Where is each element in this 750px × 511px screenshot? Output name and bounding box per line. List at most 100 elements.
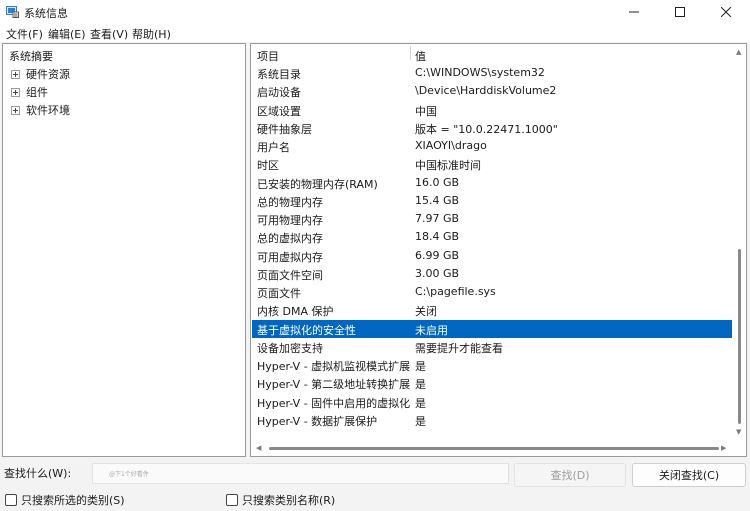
scroll-up-arrow-icon[interactable]: ▲	[736, 48, 741, 56]
table-row[interactable]: Hyper-V - 数据扩展保护 是	[252, 411, 732, 429]
row-item-value: 7.97 GB	[415, 212, 459, 225]
row-item-name: 系统目录	[257, 66, 301, 82]
scroll-left-arrow-icon[interactable]: ◀	[256, 444, 261, 452]
row-item-value: 需要提升才能查看	[415, 340, 503, 356]
row-item-value: 是	[415, 413, 426, 429]
tree-item-hardware-resources[interactable]: 硬件资源	[11, 66, 70, 82]
row-item-name: 页面文件空间	[257, 267, 323, 283]
vertical-scrollbar[interactable]: ▲ ▼	[732, 44, 746, 440]
row-item-value: 18.4 GB	[415, 230, 459, 243]
table-row[interactable]: 总的物理内存15.4 GB	[252, 192, 732, 210]
row-item-name: 设备加密支持	[257, 340, 323, 356]
find-what-label: 查找什么(W):	[4, 465, 71, 481]
expand-plus-icon[interactable]	[11, 88, 20, 97]
menu-file[interactable]: 文件(F)	[6, 26, 43, 42]
row-item-value: \Device\HarddiskVolume2	[415, 84, 556, 97]
horizontal-scrollbar[interactable]: ◀ ▶	[251, 440, 732, 456]
tree-item-software-environment[interactable]: 软件环境	[11, 102, 70, 118]
scroll-down-arrow-icon[interactable]: ▼	[736, 428, 741, 436]
row-item-value: 版本 = "10.0.22471.1000"	[415, 121, 558, 137]
title-bar: 系统信息	[0, 0, 750, 24]
table-row[interactable]: 启动设备 \Device\HarddiskVolume2	[252, 82, 732, 100]
row-item-value: C:\WINDOWS\system32	[415, 66, 545, 79]
tree-item-system-summary[interactable]: 系统摘要	[9, 48, 53, 64]
row-item-value: 6.99 GB	[415, 249, 459, 262]
row-item-name: 总的虚拟内存	[257, 230, 323, 246]
horizontal-scroll-thumb[interactable]	[269, 447, 719, 450]
close-find-button[interactable]: 关闭查找(C)	[632, 463, 746, 487]
row-item-name: Hyper-V - 数据扩展保护	[257, 413, 377, 429]
table-row[interactable]: 可用物理内存 7.97 GB	[252, 210, 732, 228]
scroll-right-arrow-icon[interactable]: ▶	[721, 444, 726, 452]
table-row[interactable]: 时区中国标准时间	[252, 155, 732, 173]
table-row[interactable]: 页面文件C:\pagefile.sys	[252, 283, 732, 301]
table-row[interactable]: 设备加密支持 需要提升才能查看	[252, 338, 732, 356]
table-row[interactable]: Hyper-V - 虚拟机监视模式扩展是	[252, 356, 732, 374]
table-row[interactable]: 系统目录 C:\WINDOWS\system32	[252, 64, 732, 82]
tree-item-label: 组件	[26, 84, 48, 100]
menu-edit[interactable]: 编辑(E)	[48, 26, 86, 42]
row-item-value: 是	[415, 376, 426, 392]
row-item-value: 16.0 GB	[415, 176, 459, 189]
table-row[interactable]: 页面文件空间3.00 GB	[252, 265, 732, 283]
table-row[interactable]: 区域设置 中国	[252, 101, 732, 119]
row-item-name: 页面文件	[257, 285, 301, 301]
row-item-value: 未启用	[415, 322, 448, 338]
row-item-name: Hyper-V - 虚拟机监视模式扩展	[257, 358, 410, 374]
menu-help[interactable]: 帮助(H)	[132, 26, 171, 42]
tree-item-label: 软件环境	[26, 102, 70, 118]
table-row[interactable]: 用户名XIAOYI\drago	[252, 137, 732, 155]
table-row[interactable]: Hyper-V - 固件中启用的虚拟化是	[252, 393, 732, 411]
row-item-value: 是	[415, 395, 426, 411]
row-item-value: 中国	[415, 103, 437, 119]
column-divider[interactable]	[410, 46, 411, 60]
maximize-icon	[675, 7, 685, 17]
maximize-button[interactable]	[657, 0, 703, 24]
table-row[interactable]: 内核 DMA 保护 关闭	[252, 301, 732, 319]
table-row[interactable]: 总的虚拟内存 18.4 GB	[252, 228, 732, 246]
find-input[interactable]: @下1个好看件	[92, 463, 509, 484]
vertical-scroll-thumb[interactable]	[738, 249, 741, 424]
row-item-name: 内核 DMA 保护	[257, 303, 333, 319]
row-item-value: 中国标准时间	[415, 157, 481, 173]
category-tree[interactable]: 系统摘要 硬件资源 组件 软件环境	[2, 43, 246, 457]
row-item-name: 已安装的物理内存(RAM)	[257, 176, 378, 192]
row-item-name: 可用虚拟内存	[257, 249, 323, 265]
tree-item-components[interactable]: 组件	[11, 84, 48, 100]
system-info-app-icon	[6, 5, 19, 18]
row-item-name: 启动设备	[257, 84, 301, 100]
close-window-button[interactable]	[703, 0, 749, 24]
row-item-name: 用户名	[257, 139, 290, 155]
column-header-value[interactable]: 值	[415, 48, 426, 64]
row-item-name: 基于虚拟化的安全性	[257, 322, 356, 338]
table-row[interactable]: Hyper-V - 第二级地址转换扩展是	[252, 374, 732, 392]
minimize-icon	[629, 7, 639, 17]
menu-view[interactable]: 查看(V)	[90, 26, 128, 42]
checkbox-label: 只搜索类别名称(R)	[242, 492, 335, 508]
table-row[interactable]: 已安装的物理内存(RAM) 16.0 GB	[252, 174, 732, 192]
column-header-item[interactable]: 项目	[257, 48, 279, 64]
search-category-names-checkbox[interactable]: 只搜索类别名称(R)	[226, 492, 335, 508]
row-item-value: 是	[415, 358, 426, 374]
row-item-name: Hyper-V - 第二级地址转换扩展	[257, 376, 410, 392]
window-title: 系统信息	[24, 5, 68, 21]
checkbox-box[interactable]	[5, 494, 17, 506]
table-header: 项目 值	[252, 46, 732, 64]
row-item-name: 可用物理内存	[257, 212, 323, 228]
row-item-name: 区域设置	[257, 103, 301, 119]
details-list[interactable]: 项目 值 系统目录 C:\WINDOWS\system32 启动设备 \Device\…	[250, 43, 747, 457]
search-selected-category-checkbox[interactable]: 只搜索所选的类别(S)	[5, 492, 125, 508]
minimize-button[interactable]	[611, 0, 657, 24]
checkbox-box[interactable]	[226, 494, 238, 506]
table-row[interactable]: 基于虚拟化的安全性 未启用	[252, 320, 732, 338]
menu-bar: 文件(F) 编辑(E) 查看(V) 帮助(H)	[0, 24, 750, 42]
table-row[interactable]: 可用虚拟内存 6.99 GB	[252, 247, 732, 265]
find-button[interactable]: 查找(D)	[514, 463, 626, 487]
expand-plus-icon[interactable]	[11, 70, 20, 79]
row-item-value: 关闭	[415, 303, 437, 319]
row-item-name: 硬件抽象层	[257, 121, 312, 137]
expand-plus-icon[interactable]	[11, 106, 20, 115]
table-row[interactable]: 硬件抽象层 版本 = "10.0.22471.1000"	[252, 119, 732, 137]
tree-item-label: 硬件资源	[26, 66, 70, 82]
row-item-name: Hyper-V - 固件中启用的虚拟化	[257, 395, 410, 411]
